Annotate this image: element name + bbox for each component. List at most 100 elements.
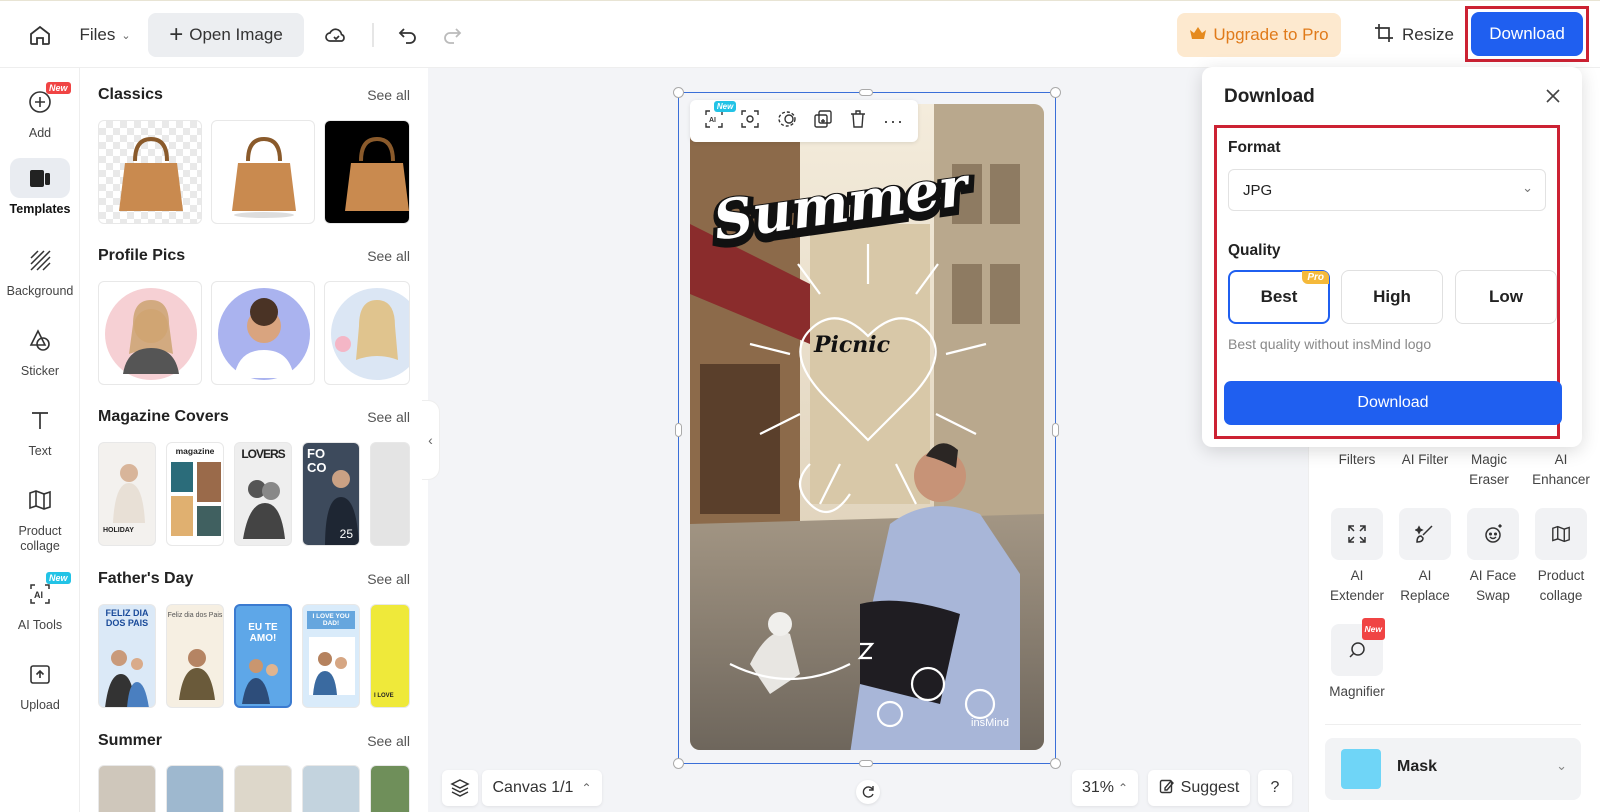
see-all-link[interactable]: See all [367, 733, 410, 749]
template-thumbnail[interactable] [166, 765, 224, 812]
quality-option-best[interactable]: Best Pro [1228, 270, 1330, 324]
quality-option-high[interactable]: High [1341, 270, 1443, 324]
face-swap-icon [1467, 508, 1519, 560]
mask-label: Mask [1397, 758, 1438, 775]
delete-icon[interactable] [849, 109, 867, 134]
see-all-link[interactable]: See all [367, 87, 410, 103]
rail-item-templates[interactable]: Templates [0, 158, 80, 216]
see-all-link[interactable]: See all [367, 248, 410, 264]
rail-label: Add [28, 126, 52, 140]
resize-handle[interactable] [1052, 423, 1059, 437]
tool-product-collage[interactable]: Product collage [1529, 508, 1593, 606]
template-thumbnail[interactable] [324, 281, 410, 385]
cutout-icon[interactable] [776, 109, 798, 134]
scan-icon[interactable] [740, 109, 760, 134]
home-icon[interactable] [22, 13, 58, 57]
template-thumbnail[interactable] [302, 765, 360, 812]
tool-ai-replace[interactable]: AI Replace [1393, 508, 1457, 606]
tool-filters[interactable]: Filters [1325, 450, 1389, 470]
template-thumbnail[interactable] [211, 120, 315, 224]
template-thumbnail[interactable] [211, 281, 315, 385]
see-all-link[interactable]: See all [367, 571, 410, 587]
template-thumbnail[interactable]: Feliz dia dos Pais [166, 604, 224, 708]
rotate-icon[interactable] [856, 780, 880, 804]
left-rail: New Add Templates Background Sticker Tex… [0, 68, 80, 812]
rail-item-sticker[interactable]: Sticker [0, 320, 80, 378]
template-thumbnail[interactable] [324, 120, 410, 224]
tool-magnifier[interactable]: New Magnifier [1321, 618, 1393, 702]
rail-item-background[interactable]: Background [0, 240, 80, 298]
template-thumbnail[interactable] [98, 765, 156, 812]
tool-ai-extender[interactable]: AI Extender [1325, 508, 1389, 606]
template-thumbnail[interactable] [370, 765, 410, 812]
upgrade-to-pro-button[interactable]: Upgrade to Pro [1177, 13, 1341, 57]
tool-magic-eraser[interactable]: Magic Eraser [1461, 450, 1517, 490]
mask-row[interactable]: Mask ⌄ [1325, 738, 1581, 800]
rail-item-add[interactable]: New Add [0, 82, 80, 140]
resize-button[interactable]: Resize [1362, 13, 1466, 57]
resize-handle[interactable] [675, 423, 682, 437]
tool-label: Magnifier [1329, 684, 1385, 699]
rail-item-text[interactable]: Text [0, 400, 80, 458]
template-thumbnail[interactable]: magazine [166, 442, 224, 546]
cloud-sync-icon[interactable] [318, 13, 354, 57]
tool-label: AI Extender [1329, 568, 1385, 603]
tool-label: AI Replace [1400, 568, 1450, 603]
more-icon[interactable]: ··· [883, 111, 904, 132]
download-button[interactable]: Download [1471, 12, 1583, 56]
toolbar-divider [372, 23, 374, 47]
tool-ai-face-swap[interactable]: AI Face Swap [1461, 508, 1525, 606]
resize-label: Resize [1402, 25, 1454, 44]
template-thumbnail[interactable]: I LOVE YOU DAD! [302, 604, 360, 708]
template-thumbnail[interactable]: FOCO 25 [302, 442, 360, 546]
template-thumbnail[interactable]: I LOVE [370, 604, 410, 708]
tool-label: Product collage [1537, 568, 1585, 603]
resize-handle[interactable] [673, 758, 684, 769]
zoom-control[interactable]: 31% ⌃ [1072, 770, 1138, 806]
canvas-selector[interactable]: Canvas 1/1 ⌃ [482, 770, 602, 806]
suggest-button[interactable]: Suggest [1148, 770, 1250, 806]
new-badge: New [1361, 618, 1385, 640]
quality-option-low[interactable]: Low [1455, 270, 1557, 324]
template-thumbnail[interactable]: FELIZ DIA DOS PAIS [98, 604, 156, 708]
undo-icon[interactable] [392, 13, 424, 57]
rail-item-upload[interactable]: Upload [0, 654, 80, 712]
template-thumbnail[interactable] [370, 442, 410, 546]
format-select[interactable]: JPG ⌄ [1228, 169, 1546, 211]
suggest-label: Suggest [1180, 779, 1240, 796]
new-badge: New [46, 572, 71, 584]
template-thumbnail[interactable]: LOVERS [234, 442, 292, 546]
duplicate-icon[interactable] [813, 109, 833, 134]
collapse-panel-button[interactable]: ‹ [422, 400, 440, 480]
see-all-link[interactable]: See all [367, 409, 410, 425]
tool-ai-enhancer[interactable]: AI Enhancer [1529, 450, 1593, 490]
add-icon: New [20, 82, 71, 122]
tool-ai-filter[interactable]: AI Filter [1393, 450, 1457, 470]
template-thumbnail[interactable] [98, 120, 202, 224]
template-thumbnail[interactable] [234, 765, 292, 812]
resize-handle[interactable] [1050, 758, 1061, 769]
resize-handle[interactable] [859, 760, 873, 767]
crown-icon [1189, 25, 1207, 45]
template-thumbnail[interactable] [98, 281, 202, 385]
help-button[interactable]: ? [1258, 770, 1292, 806]
rail-item-product-collage[interactable]: Product collage [0, 480, 80, 554]
crop-icon [1374, 23, 1394, 48]
files-menu[interactable]: Files ⌄ [70, 13, 140, 57]
rail-label: Sticker [20, 364, 60, 378]
rail-item-ai-tools[interactable]: AI New AI Tools [0, 572, 80, 632]
popup-download-button[interactable]: Download [1224, 381, 1562, 425]
help-label: ? [1270, 779, 1280, 796]
ai-tools-icon[interactable]: AI New [704, 100, 737, 134]
rail-label: Upload [20, 698, 60, 712]
layers-icon[interactable] [442, 770, 478, 806]
template-thumbnail[interactable]: HOLIDAY [98, 442, 156, 546]
resize-handle[interactable] [673, 87, 684, 98]
template-thumbnail[interactable]: EU TE AMO! [234, 604, 292, 708]
open-image-button[interactable]: + Open Image [148, 13, 304, 57]
design-image[interactable]: Picnic Summer Summer insMind [690, 104, 1044, 750]
redo-icon[interactable] [436, 13, 468, 57]
resize-handle[interactable] [1050, 87, 1061, 98]
resize-handle[interactable] [859, 89, 873, 96]
close-icon[interactable] [1542, 85, 1564, 107]
